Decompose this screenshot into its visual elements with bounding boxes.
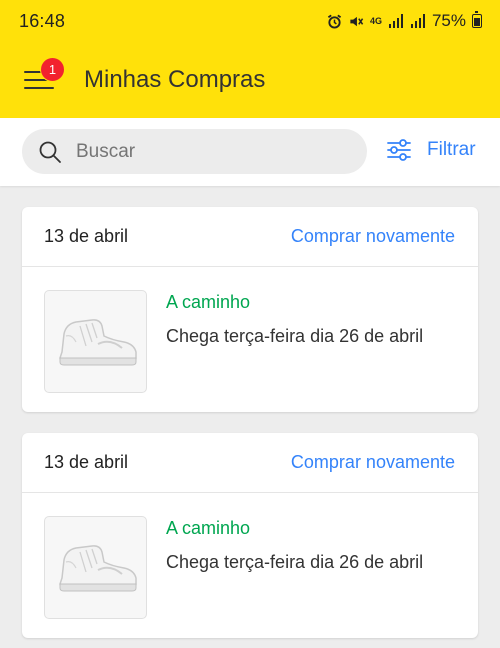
arrival-date: Chega terça-feira dia 26 de abril: [166, 552, 424, 572]
order-date: 13 de abril: [44, 226, 129, 246]
battery-percent: 75%: [431, 11, 466, 30]
sneaker-icon: [58, 544, 137, 591]
search-icon: [39, 141, 61, 163]
order-card[interactable]: 13 de abril Comprar novamente A caminho …: [22, 433, 478, 638]
buy-again-link[interactable]: Comprar novamente: [291, 452, 455, 473]
alarm-icon: [327, 14, 342, 29]
search-box[interactable]: [22, 129, 367, 174]
order-status: A caminho: [166, 292, 251, 312]
battery-icon: [472, 11, 482, 28]
status-bar: 16:48 4G 75%: [0, 0, 500, 42]
filter-button[interactable]: Filtrar: [386, 139, 476, 161]
search-bar-area: Filtrar: [0, 118, 500, 186]
signal-icon: [388, 14, 403, 28]
search-input[interactable]: [76, 140, 316, 163]
order-card-body[interactable]: A caminho Chega terça-feira dia 26 de ab…: [22, 493, 478, 638]
app-header: 1 Minhas Compras: [0, 42, 500, 118]
product-thumbnail[interactable]: [44, 290, 147, 393]
notification-badge: 1: [40, 57, 65, 82]
status-time: 16:48: [19, 10, 66, 31]
filter-label: Filtrar: [427, 139, 476, 160]
filter-icon: [387, 139, 411, 161]
product-thumbnail[interactable]: [44, 516, 147, 619]
order-card-header: 13 de abril Comprar novamente: [22, 433, 478, 493]
network-type-label: 4G: [369, 15, 382, 26]
menu-line: [24, 87, 54, 89]
status-icons: 4G 75%: [327, 11, 482, 31]
buy-again-link[interactable]: Comprar novamente: [291, 226, 455, 247]
sneaker-icon: [58, 318, 137, 365]
order-date: 13 de abril: [44, 452, 129, 472]
order-card-body[interactable]: A caminho Chega terça-feira dia 26 de ab…: [22, 267, 478, 412]
order-card-header: 13 de abril Comprar novamente: [22, 207, 478, 267]
order-status: A caminho: [166, 518, 251, 538]
mute-icon: [350, 16, 364, 26]
arrival-date: Chega terça-feira dia 26 de abril: [166, 326, 424, 346]
signal-icon-2: [410, 14, 425, 28]
order-card[interactable]: 13 de abril Comprar novamente A caminho …: [22, 207, 478, 412]
page-title: Minhas Compras: [84, 66, 266, 93]
